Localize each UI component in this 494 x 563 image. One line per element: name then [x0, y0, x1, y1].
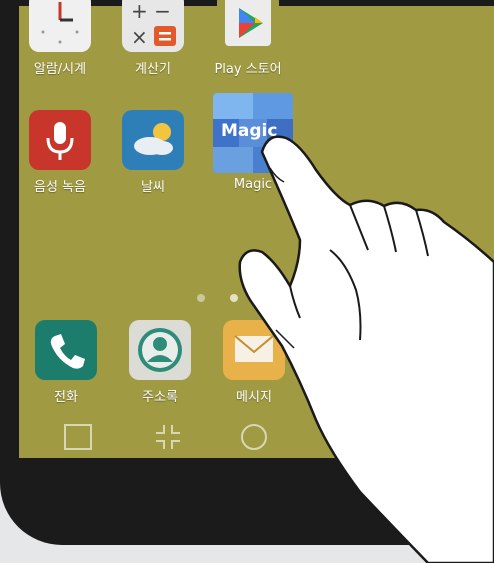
svg-text:×: × [131, 25, 148, 49]
home-screen: 알람/시계 + − × 계산기 Play 스토어 음성 녹음 날씨 Magic … [19, 0, 494, 458]
home-button[interactable] [238, 422, 270, 452]
app-label: 날씨 [141, 180, 165, 195]
app-label: 계산기 [135, 62, 171, 77]
app-label: Play 스토어 [214, 62, 282, 77]
magic-icon: Magic [213, 93, 293, 173]
app-voice-recorder[interactable]: 음성 녹음 [20, 110, 100, 195]
magic-logo-text: Magic [221, 121, 278, 141]
app-messages[interactable]: 메시지 [214, 320, 294, 405]
contacts-icon [129, 320, 191, 380]
svg-text:+ −: + − [131, 0, 171, 23]
app-clock[interactable]: 알람/시계 [20, 0, 100, 77]
clock-icon [29, 0, 91, 52]
phone-icon [35, 320, 97, 380]
page-dot[interactable] [197, 294, 205, 302]
app-play-store[interactable]: Play 스토어 [208, 0, 288, 77]
message-icon [223, 320, 285, 380]
app-label: Magic [233, 177, 273, 192]
app-weather[interactable]: 날씨 [113, 110, 193, 195]
switch-button[interactable] [152, 422, 184, 452]
app-magic[interactable]: Magic Magic [213, 93, 293, 192]
calculator-icon: + − × [122, 0, 184, 52]
weather-icon [122, 110, 184, 170]
play-store-icon [217, 0, 279, 52]
app-phone[interactable]: 전화 [26, 320, 106, 405]
recent-apps-button[interactable] [62, 422, 94, 452]
app-label: 음성 녹음 [34, 180, 86, 195]
microphone-icon [29, 110, 91, 170]
phone-bezel: 알람/시계 + − × 계산기 Play 스토어 음성 녹음 날씨 Magic … [0, 0, 494, 545]
page-dot[interactable] [263, 294, 271, 302]
app-label: 메시지 [236, 390, 272, 405]
camera-icon [322, 328, 374, 372]
app-contacts[interactable]: 주소록 [120, 320, 200, 405]
page-dot[interactable] [230, 294, 238, 302]
app-label: 주소록 [142, 390, 178, 405]
app-label: 전화 [54, 390, 78, 405]
app-calculator[interactable]: + − × 계산기 [113, 0, 193, 77]
app-label: 알람/시계 [33, 62, 87, 77]
